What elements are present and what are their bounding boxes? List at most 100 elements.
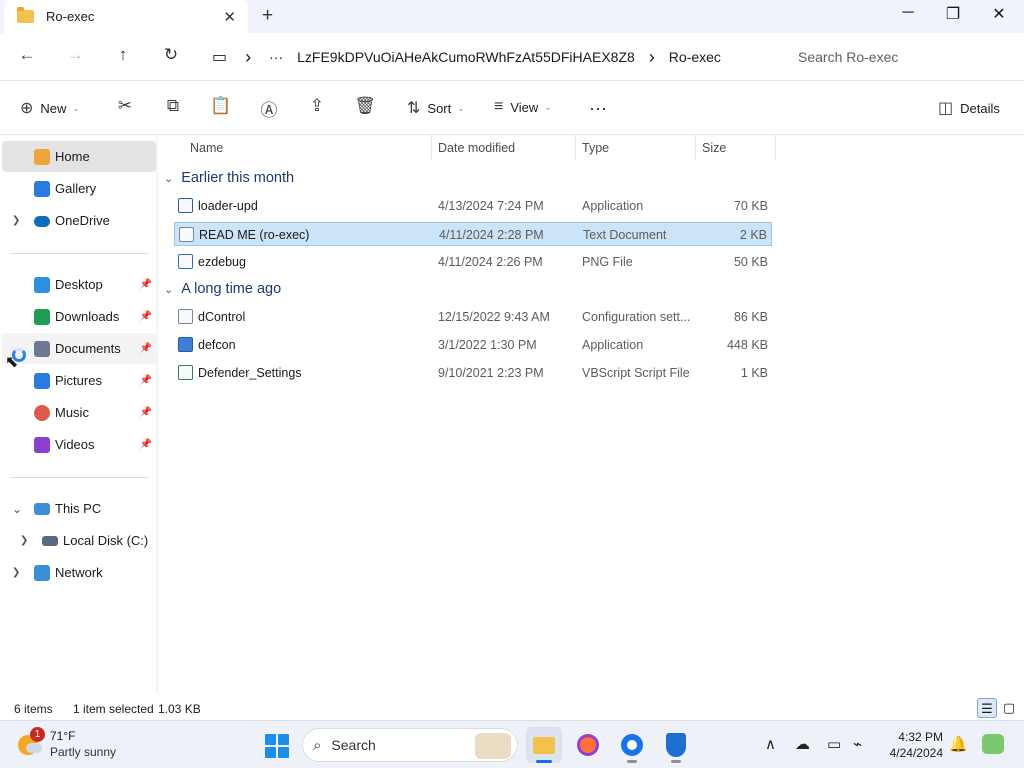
sidebar-item-documents[interactable]: Documents 📌 bbox=[2, 333, 156, 364]
details-button[interactable]: ◫ Details bbox=[938, 98, 1000, 118]
cloud-offline-icon[interactable]: ☁ bbox=[795, 735, 810, 753]
taskbar-firefox[interactable] bbox=[570, 727, 606, 763]
minimize-button[interactable]: ─ bbox=[885, 4, 931, 22]
address-bar[interactable]: ▭ › ··· LzFE9kDPVuOiAHeAkCumoRWhFzAt55DF… bbox=[202, 41, 774, 73]
start-button[interactable] bbox=[265, 734, 289, 758]
breadcrumb-parent[interactable]: LzFE9kDPVuOiAHeAkCumoRWhFzAt55DFiHAEX8Z8 bbox=[297, 49, 635, 65]
busy-spinner-icon bbox=[12, 348, 26, 362]
taskbar-chrome[interactable] bbox=[614, 727, 650, 763]
view-icon: ≡ bbox=[494, 98, 504, 115]
taskbar-defender[interactable] bbox=[658, 727, 694, 763]
file-date: 12/15/2022 9:43 AM bbox=[438, 310, 550, 324]
chevron-up-icon[interactable]: ∧ bbox=[765, 735, 776, 753]
copilot-icon[interactable] bbox=[982, 734, 1004, 754]
chevron-down-icon[interactable]: ⌄ bbox=[12, 502, 22, 516]
file-row[interactable]: dControl 12/15/2022 9:43 AM Configuratio… bbox=[174, 305, 772, 329]
delete-icon[interactable]: 🗑 bbox=[353, 96, 377, 116]
share-icon[interactable]: ⇪ bbox=[305, 96, 329, 116]
group-header[interactable]: ⌄ A long time ago bbox=[164, 281, 281, 297]
display-icon[interactable]: ▭ bbox=[827, 735, 841, 753]
column-header-type[interactable]: Type bbox=[576, 135, 696, 160]
taskbar: 1 71°F Partly sunny ⌕ Search ∧ ☁ ▭ ⌁ 4:3… bbox=[0, 720, 1024, 768]
tab-ro-exec[interactable]: Ro-exec ✕ bbox=[4, 0, 248, 33]
new-button[interactable]: ⊕ New ⌄ bbox=[20, 98, 80, 118]
file-row-selected[interactable]: READ ME (ro-exec) 4/11/2024 2:28 PM Text… bbox=[174, 222, 772, 246]
sidebar-item-onedrive[interactable]: ❯ OneDrive bbox=[2, 205, 156, 236]
see-more-button[interactable]: ··· bbox=[589, 98, 607, 119]
this-pc-icon bbox=[34, 503, 50, 515]
chevron-right-icon[interactable]: ❯ bbox=[20, 535, 28, 546]
file-row[interactable]: loader-upd 4/13/2024 7:24 PM Application… bbox=[174, 194, 772, 218]
search-input[interactable]: Search Ro-exec bbox=[784, 41, 1018, 73]
clock-time: 4:32 PM bbox=[898, 730, 943, 744]
pictures-icon bbox=[34, 372, 50, 389]
selection-count: 1 item selected bbox=[73, 702, 154, 716]
tab-close-icon[interactable]: ✕ bbox=[223, 8, 236, 26]
clock-date: 4/24/2024 bbox=[889, 746, 943, 760]
sidebar-item-home[interactable]: Home bbox=[2, 141, 156, 172]
windows-logo-icon bbox=[265, 734, 276, 745]
sidebar-item-downloads[interactable]: Downloads 📌 bbox=[2, 301, 156, 332]
selection-size: 1.03 KB bbox=[158, 702, 201, 716]
cut-icon[interactable]: ✂ bbox=[113, 96, 137, 116]
file-date: 4/11/2024 2:28 PM bbox=[439, 228, 544, 242]
column-header-name[interactable]: Name bbox=[184, 135, 432, 160]
copy-icon[interactable]: ⧉ bbox=[161, 96, 185, 116]
network-icon bbox=[34, 564, 50, 581]
sidebar-item-label: Downloads bbox=[55, 309, 120, 324]
rename-icon[interactable]: Ⓐ bbox=[257, 96, 281, 121]
sidebar-item-music[interactable]: Music 📌 bbox=[2, 397, 156, 428]
file-type: Application bbox=[582, 199, 644, 213]
sidebar-item-label: Network bbox=[55, 565, 103, 580]
taskbar-search[interactable]: ⌕ Search bbox=[302, 728, 518, 762]
config-file-icon bbox=[178, 309, 193, 324]
sort-label: Sort bbox=[427, 100, 452, 116]
system-clock[interactable]: 4:32 PM 4/24/2024 bbox=[883, 729, 943, 761]
close-window-button[interactable]: ✕ bbox=[976, 4, 1022, 24]
file-list: Name Date modified Type Size ⌄ Earlier t… bbox=[158, 135, 1024, 693]
file-size: 70 KB bbox=[733, 199, 768, 213]
tiles-view-toggle[interactable]: ▢ bbox=[999, 698, 1019, 718]
sidebar-item-videos[interactable]: Videos 📌 bbox=[2, 429, 156, 460]
paste-icon[interactable]: 📋 bbox=[209, 96, 233, 116]
breadcrumb-overflow[interactable]: ··· bbox=[269, 49, 283, 65]
file-row[interactable]: ezdebug 4/11/2024 2:26 PM PNG File 50 KB bbox=[174, 250, 772, 274]
forward-button[interactable]: → bbox=[62, 45, 88, 65]
up-button[interactable]: ↑ bbox=[110, 45, 136, 65]
details-view-toggle[interactable]: ☰ bbox=[977, 698, 997, 718]
chevron-right-icon[interactable]: ❯ bbox=[12, 215, 20, 226]
sidebar-item-network[interactable]: ❯ Network bbox=[2, 557, 156, 588]
pin-icon: 📌 bbox=[139, 279, 152, 290]
bell-icon[interactable]: 🔔 bbox=[949, 735, 968, 753]
chevron-right-icon[interactable]: ❯ bbox=[12, 567, 20, 578]
sidebar-item-local-disk[interactable]: ❯ Local Disk (C:) bbox=[2, 525, 156, 556]
file-row[interactable]: Defender_Settings 9/10/2021 2:23 PM VBSc… bbox=[174, 361, 772, 385]
group-header[interactable]: ⌄ Earlier this month bbox=[164, 170, 294, 186]
file-size: 50 KB bbox=[733, 255, 768, 269]
windows-logo-icon bbox=[278, 734, 289, 745]
file-type: VBScript Script File bbox=[582, 366, 690, 380]
sidebar-item-pictures[interactable]: Pictures 📌 bbox=[2, 365, 156, 396]
sidebar-item-desktop[interactable]: Desktop 📌 bbox=[2, 269, 156, 300]
new-tab-button[interactable]: + bbox=[262, 5, 273, 27]
chevron-down-icon: ⌄ bbox=[72, 102, 80, 113]
taskbar-file-explorer[interactable] bbox=[526, 727, 562, 763]
sidebar-item-label: Music bbox=[55, 405, 89, 420]
file-name: loader-upd bbox=[198, 199, 258, 213]
breadcrumb-current[interactable]: Ro-exec bbox=[669, 49, 721, 65]
back-button[interactable]: ← bbox=[14, 45, 40, 65]
file-row[interactable]: defcon 3/1/2022 1:30 PM Application 448 … bbox=[174, 333, 772, 357]
sort-button[interactable]: ⇅ Sort ⌄ bbox=[407, 98, 465, 118]
new-label: New bbox=[40, 100, 67, 116]
sidebar-item-label: This PC bbox=[55, 501, 102, 516]
network-status-icon[interactable]: ⌁ bbox=[853, 735, 862, 753]
refresh-button[interactable]: ↻ bbox=[158, 45, 184, 65]
maximize-button[interactable]: ❐ bbox=[930, 4, 976, 24]
sidebar-item-gallery[interactable]: Gallery bbox=[2, 173, 156, 204]
column-header-date[interactable]: Date modified bbox=[432, 135, 576, 160]
sidebar-item-this-pc[interactable]: ⌄ This PC bbox=[2, 493, 156, 524]
column-header-size[interactable]: Size bbox=[696, 135, 776, 160]
view-button[interactable]: ≡ View ⌄ bbox=[494, 98, 552, 116]
weather-widget[interactable]: 1 71°F Partly sunny bbox=[16, 727, 126, 763]
file-date: 4/11/2024 2:26 PM bbox=[438, 255, 543, 269]
